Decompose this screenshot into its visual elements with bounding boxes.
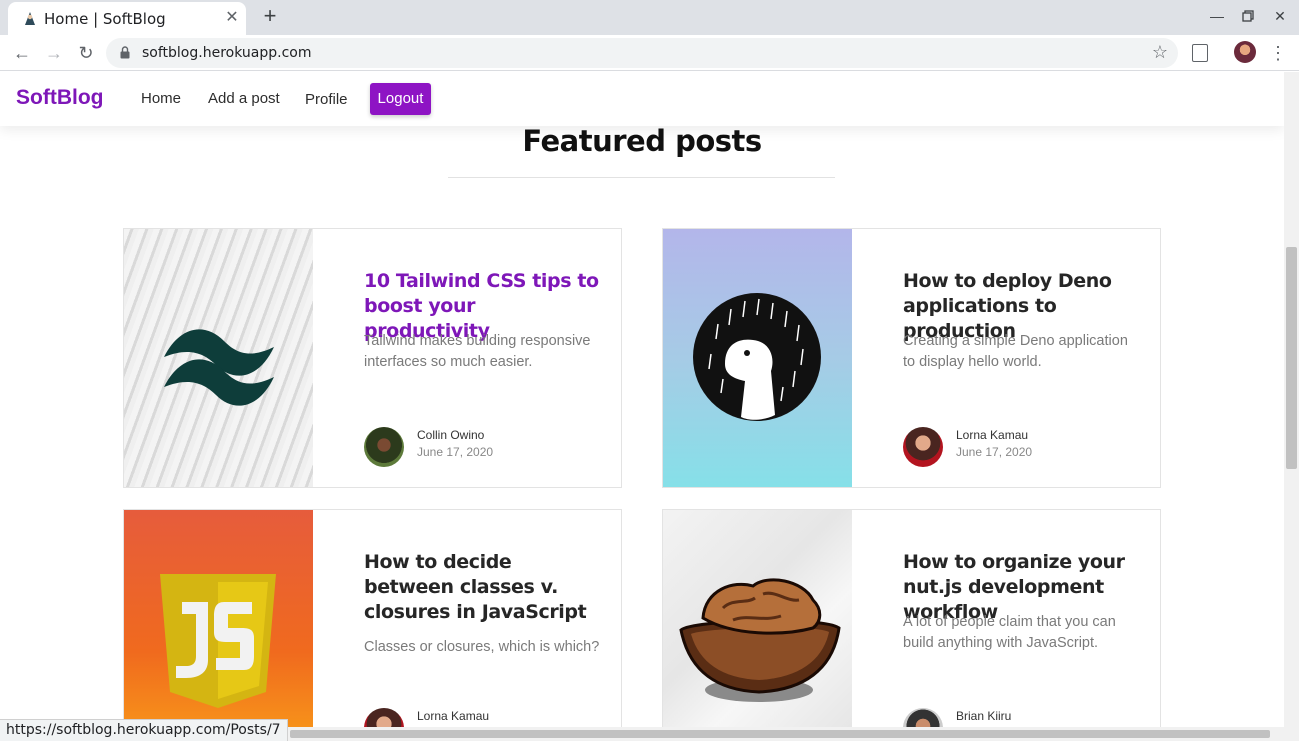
avatar <box>903 708 943 727</box>
status-url-preview: https://softblog.herokuapp.com/Posts/7 <box>0 719 288 741</box>
vertical-scroll-thumb[interactable] <box>1286 247 1297 469</box>
lock-icon <box>120 46 130 59</box>
post-excerpt: Tailwind makes building responsive inter… <box>364 333 591 370</box>
site-favicon-icon <box>25 12 35 25</box>
post-card[interactable]: How to organize your nut.js development … <box>662 509 1161 727</box>
post-card[interactable]: How to decide between classes v. closure… <box>123 509 622 727</box>
post-thumbnail[interactable] <box>124 229 313 487</box>
post-thumbnail[interactable] <box>124 510 313 727</box>
avatar <box>903 427 943 467</box>
address-url: softblog.herokuapp.com <box>142 45 312 61</box>
new-tab-icon[interactable]: + <box>258 4 282 28</box>
javascript-logo-icon <box>160 574 276 708</box>
title-divider <box>448 177 835 178</box>
section-title: Featured posts <box>522 124 762 158</box>
post-thumbnail[interactable] <box>663 229 852 487</box>
tab-title: Home | SoftBlog <box>44 10 166 28</box>
tailwind-logo-icon <box>164 329 274 406</box>
bookmark-star-icon[interactable]: ☆ <box>1152 42 1168 63</box>
address-bar[interactable]: softblog.herokuapp.com ☆ <box>106 38 1178 68</box>
forward-icon[interactable]: → <box>42 41 66 65</box>
restore-icon[interactable] <box>1238 6 1258 26</box>
post-date: June 17, 2020 <box>956 445 1033 459</box>
close-window-icon[interactable]: ✕ <box>1270 6 1290 26</box>
avatar <box>364 427 404 467</box>
back-icon[interactable]: ← <box>10 41 34 65</box>
tab-close-icon[interactable]: ✕ <box>222 8 242 28</box>
logout-button[interactable]: Logout <box>370 83 431 115</box>
nav-link-profile[interactable]: Profile <box>305 91 348 108</box>
browser-menu-icon[interactable]: ⋮ <box>1268 41 1288 65</box>
nav-link-home[interactable]: Home <box>141 90 181 107</box>
post-card[interactable]: How to deploy Deno applications to produ… <box>662 228 1161 488</box>
walnut-icon <box>679 578 841 702</box>
vertical-scrollbar[interactable] <box>1284 72 1299 727</box>
site-brand-logo[interactable]: SoftBlog <box>16 86 103 110</box>
post-title[interactable]: How to decide between classes v. closure… <box>364 550 604 625</box>
site-navbar: SoftBlog Home Add a post Profile Logout <box>0 72 1284 126</box>
avatar <box>364 708 404 727</box>
horizontal-scroll-thumb[interactable] <box>290 730 1270 738</box>
reading-list-icon[interactable] <box>1192 44 1208 62</box>
post-excerpt: Creating a simple Deno application to di… <box>903 333 1128 370</box>
post-excerpt: A lot of people claim that you can build… <box>903 614 1116 651</box>
profile-avatar-icon[interactable] <box>1234 41 1256 63</box>
post-thumbnail[interactable] <box>663 510 852 727</box>
nav-link-add-post[interactable]: Add a post <box>208 90 280 107</box>
page-viewport: SoftBlog Home Add a post Profile Logout … <box>0 72 1284 727</box>
browser-tab[interactable]: Home | SoftBlog ✕ <box>8 2 246 35</box>
minimize-icon[interactable]: — <box>1207 6 1227 26</box>
browser-toolbar: ← → ↻ softblog.herokuapp.com ☆ ⋮ <box>0 35 1299 71</box>
author-name[interactable]: Lorna Kamau <box>417 709 489 723</box>
reload-icon[interactable]: ↻ <box>74 41 98 65</box>
post-date: June 17, 2020 <box>417 445 494 459</box>
post-card[interactable]: 10 Tailwind CSS tips to boost your produ… <box>123 228 622 488</box>
deno-logo-icon <box>693 293 821 421</box>
post-excerpt: Classes or closures, which is which? <box>364 639 600 655</box>
author-name[interactable]: Lorna Kamau <box>956 428 1028 442</box>
browser-tab-strip: Home | SoftBlog ✕ + — ✕ <box>0 0 1299 35</box>
author-name[interactable]: Collin Owino <box>417 428 484 442</box>
author-name[interactable]: Brian Kiiru <box>956 709 1011 723</box>
